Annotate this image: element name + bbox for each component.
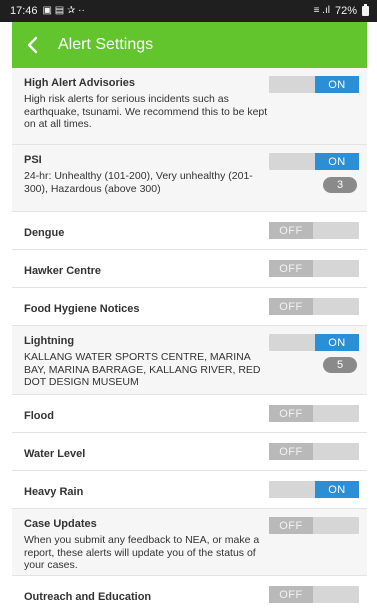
- battery-percent: 72%: [334, 5, 357, 17]
- toggle-state: ON: [315, 481, 359, 498]
- toggle-lightning[interactable]: ON: [269, 334, 359, 351]
- toggle-outreach-and-education[interactable]: OFF: [269, 586, 359, 603]
- toggle-dengue[interactable]: OFF: [269, 222, 359, 239]
- setting-description: High risk alerts for serious incidents s…: [24, 93, 268, 131]
- setting-row-water-level: Water Level OFF: [12, 433, 367, 471]
- app-bar: Alert Settings: [12, 22, 367, 68]
- toggle-case-updates[interactable]: OFF: [269, 517, 359, 534]
- battery-icon: [362, 4, 369, 16]
- page-title: Alert Settings: [58, 36, 154, 53]
- toggle-state: ON: [315, 334, 359, 351]
- setting-row-psi: PSI 24-hr: Unhealthy (101-200), Very unh…: [12, 145, 367, 212]
- setting-description: When you submit any feedback to NEA, or …: [24, 534, 260, 572]
- setting-row-hawker-centre: Hawker Centre OFF: [12, 250, 367, 288]
- status-time: 17:46: [10, 5, 38, 17]
- status-left: 17:46 ▣ ▤ ✰ ··: [10, 5, 85, 17]
- toggle-state: ON: [315, 76, 359, 93]
- alert-settings-list: High Alert Advisories High risk alerts f…: [12, 68, 367, 609]
- toggle-state: OFF: [269, 405, 313, 422]
- toggle-state: OFF: [269, 443, 313, 460]
- setting-row-dengue: Dengue OFF: [12, 212, 367, 250]
- toggle-state: OFF: [269, 517, 313, 534]
- toggle-heavy-rain[interactable]: ON: [269, 481, 359, 498]
- setting-row-case-updates: Case Updates When you submit any feedbac…: [12, 509, 367, 576]
- toggle-state: OFF: [269, 586, 313, 603]
- toggle-hawker-centre[interactable]: OFF: [269, 260, 359, 277]
- toggle-state: ON: [315, 153, 359, 170]
- setting-row-lightning: Lightning KALLANG WATER SPORTS CENTRE, M…: [12, 326, 367, 395]
- setting-row-high-alert-advisories: High Alert Advisories High risk alerts f…: [12, 68, 367, 145]
- setting-description: 24-hr: Unhealthy (101-200), Very unhealt…: [24, 170, 253, 195]
- toggle-state: OFF: [269, 298, 313, 315]
- setting-row-outreach-and-education: Outreach and Education OFF: [12, 576, 367, 609]
- setting-row-heavy-rain: Heavy Rain ON: [12, 471, 367, 509]
- toggle-high-alert-advisories[interactable]: ON: [269, 76, 359, 93]
- toggle-water-level[interactable]: OFF: [269, 443, 359, 460]
- setting-row-flood: Flood OFF: [12, 395, 367, 433]
- notification-icons: ▣ ▤ ✰ ··: [42, 5, 85, 16]
- back-arrow-icon[interactable]: [24, 36, 42, 54]
- toggle-flood[interactable]: OFF: [269, 405, 359, 422]
- lightning-count-badge: 5: [323, 357, 357, 373]
- signal-icon: ≡ .ıl: [313, 5, 330, 16]
- toggle-psi[interactable]: ON: [269, 153, 359, 170]
- setting-description: KALLANG WATER SPORTS CENTRE, MARINA BAY,…: [24, 351, 261, 389]
- psi-count-badge: 3: [323, 177, 357, 193]
- toggle-state: OFF: [269, 222, 313, 239]
- setting-row-food-hygiene-notices: Food Hygiene Notices OFF: [12, 288, 367, 326]
- status-bar: 17:46 ▣ ▤ ✰ ·· ≡ .ıl 72%: [0, 0, 377, 22]
- status-right: ≡ .ıl 72%: [313, 4, 369, 17]
- toggle-food-hygiene-notices[interactable]: OFF: [269, 298, 359, 315]
- toggle-state: OFF: [269, 260, 313, 277]
